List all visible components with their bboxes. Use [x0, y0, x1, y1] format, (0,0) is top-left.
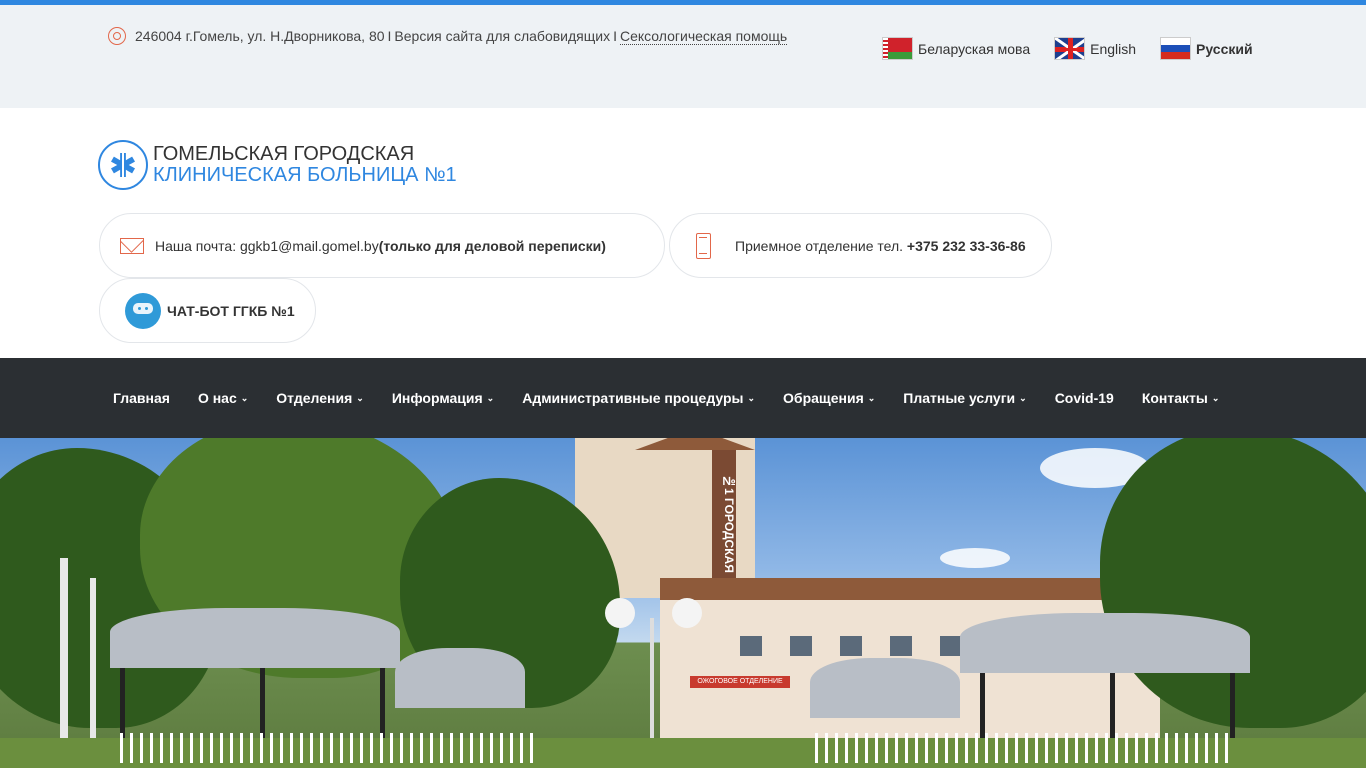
flag-by-icon — [882, 37, 913, 60]
location-pin-icon — [108, 27, 126, 45]
chatbot-button[interactable]: ЧАТ-БОТ ГГКБ №1 — [99, 278, 316, 343]
lang-english[interactable]: English — [1054, 37, 1136, 60]
lang-label: English — [1090, 40, 1137, 57]
hero-photo: №1 ГОРОДСКАЯ ОЖОГОВОЕ ОТДЕЛЕНИЕ — [0, 438, 1366, 768]
phone-number: +375 232 33-36-86 — [906, 237, 1026, 254]
tower-sign: №1 ГОРОДСКАЯ — [712, 450, 736, 590]
phone-prefix: Приемное отделение тел. — [735, 237, 904, 254]
nav-item-information[interactable]: Информация ⌄ — [378, 390, 508, 406]
nav-item-covid[interactable]: Covid-19 — [1041, 390, 1128, 406]
nav-item-appeals[interactable]: Обращения ⌄ — [769, 390, 889, 406]
nav-item-contacts[interactable]: Контакты ⌄ — [1128, 390, 1234, 406]
lang-belarusian[interactable]: Беларуская мова — [882, 37, 1030, 60]
chevron-down-icon: ⌄ — [486, 393, 495, 403]
logo-line1: Гомельская городская — [153, 143, 415, 165]
mail-contact[interactable]: Наша почта: ggkb1@mail.gomel.by (только д… — [99, 213, 665, 278]
site-logo[interactable]: Гомельская городская клиническая больниц… — [98, 140, 457, 190]
chevron-down-icon: ⌄ — [867, 393, 876, 403]
building-label: ОЖОГОВОЕ ОТДЕЛЕНИЕ — [690, 676, 790, 688]
nav-item-home[interactable]: Главная — [99, 390, 184, 406]
chevron-down-icon: ⌄ — [1019, 393, 1027, 403]
phone-contact[interactable]: Приемное отделение тел. +375 232 33-36-8… — [669, 213, 1052, 278]
language-switcher: Беларуская мова English Русский — [882, 37, 1277, 60]
envelope-icon — [120, 237, 144, 254]
nav-item-about[interactable]: О нас ⌄ — [184, 390, 262, 406]
lang-russian[interactable]: Русский — [1160, 37, 1253, 60]
separator: I — [613, 28, 617, 44]
nav-item-admin-procedures[interactable]: Административные процедуры ⌄ — [508, 390, 769, 406]
chevron-down-icon: ⌄ — [356, 393, 364, 403]
lang-label: Беларуская мова — [918, 40, 1031, 57]
nav-item-paid-services[interactable]: Платные услуги ⌄ — [889, 390, 1040, 406]
lang-label: Русский — [1196, 40, 1253, 57]
logo-line2: клиническая больница №1 — [153, 164, 457, 186]
separator: I — [387, 28, 392, 44]
mail-text: Наша почта: ggkb1@mail.gomel.by — [155, 237, 379, 254]
address-text: 246004 г.Гомель, ул. Н.Дворникова, 80 — [135, 28, 385, 44]
mail-note: (только для деловой переписки) — [378, 237, 606, 254]
chevron-down-icon: ⌄ — [1211, 393, 1220, 403]
star-of-life-icon — [98, 140, 148, 190]
low-vision-link[interactable]: Версия сайта для слабовидящих — [394, 28, 610, 44]
robot-icon — [125, 292, 161, 329]
phone-icon — [696, 232, 711, 259]
nav-item-departments[interactable]: Отделения ⌄ — [262, 390, 378, 406]
address-row: 246004 г.Гомель, ул. Н.Дворникова, 80 I … — [108, 27, 788, 45]
chevron-down-icon: ⌄ — [240, 393, 249, 403]
flag-ru-icon — [1160, 37, 1192, 60]
chevron-down-icon: ⌄ — [747, 393, 756, 403]
main-nav: Главная О нас ⌄ Отделения ⌄ Информация ⌄ Ад… — [0, 358, 1366, 438]
sexology-help-link[interactable]: Сексологическая помощь — [619, 28, 788, 45]
flag-uk-icon — [1054, 37, 1086, 60]
chatbot-label: ЧАТ-БОТ ГГКБ №1 — [167, 302, 295, 319]
